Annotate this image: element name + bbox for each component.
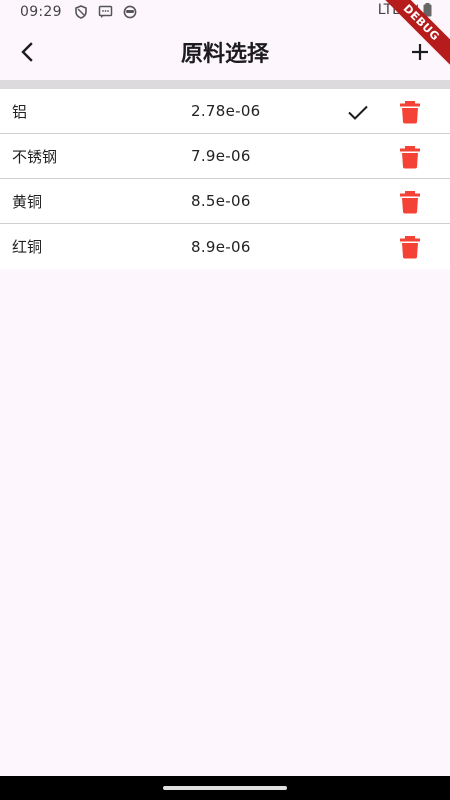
delete-icon[interactable] <box>399 100 421 124</box>
list-item-stainless-steel[interactable]: 不锈钢 7.9e-06 <box>0 134 450 179</box>
material-value: 8.5e-06 <box>191 192 251 210</box>
add-button[interactable] <box>404 36 436 68</box>
material-name: 不锈钢 <box>12 147 58 166</box>
network-label: LTE <box>377 2 401 18</box>
plus-icon <box>412 44 428 60</box>
delete-icon[interactable] <box>399 190 421 214</box>
page-title: 原料选择 <box>180 42 269 67</box>
signal-icon <box>406 4 418 16</box>
message-icon <box>98 5 113 18</box>
material-value: 7.9e-06 <box>191 147 251 165</box>
divider-band <box>0 80 450 89</box>
chevron-left-icon <box>21 42 33 62</box>
shield-icon <box>75 5 87 19</box>
material-value: 2.78e-06 <box>191 102 261 120</box>
checkmark-icon <box>348 105 368 120</box>
material-name: 红铜 <box>12 238 43 256</box>
list-item-aluminum[interactable]: 铝 2.78e-06 <box>0 89 450 134</box>
face-icon <box>123 5 137 19</box>
material-name: 黄铜 <box>12 192 43 211</box>
home-gesture-handle[interactable] <box>163 786 287 790</box>
list-item-brass[interactable]: 黄铜 8.5e-06 <box>0 179 450 224</box>
material-list: 铝 2.78e-06 不锈钢 7.9e-06 黄铜 8.5e-06 红铜 8.9… <box>0 89 450 269</box>
back-button[interactable] <box>12 36 44 68</box>
system-nav-bar <box>0 776 450 800</box>
status-right: LTE <box>378 2 432 18</box>
delete-icon[interactable] <box>399 235 421 259</box>
battery-icon <box>423 3 432 17</box>
status-icons <box>74 5 137 19</box>
material-value: 8.9e-06 <box>191 237 251 256</box>
app-bar: 原料选择 <box>0 24 450 80</box>
status-bar: 09:29 LTE <box>0 0 450 24</box>
status-time: 09:29 <box>20 4 62 20</box>
material-name: 铝 <box>12 102 28 121</box>
delete-icon[interactable] <box>399 145 421 169</box>
list-item-copper[interactable]: 红铜 8.9e-06 <box>0 224 450 269</box>
